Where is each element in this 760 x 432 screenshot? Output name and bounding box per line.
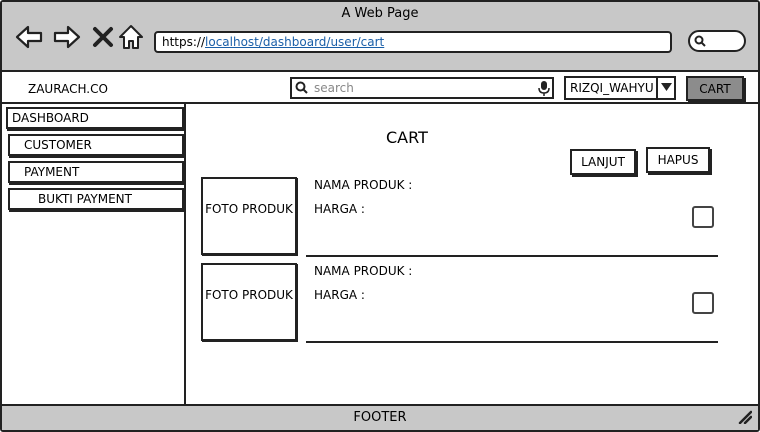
product-name-label: NAMA PRODUK :	[314, 264, 413, 278]
cart-button[interactable]: CART	[686, 76, 744, 101]
sidebar-item-payment[interactable]: PAYMENT	[8, 161, 184, 183]
page-title: CART	[386, 128, 428, 147]
search-input[interactable]: search	[290, 77, 554, 99]
product-price-label: HARGA :	[314, 288, 365, 302]
url-prefix: https://	[162, 35, 206, 49]
product-divider	[306, 341, 718, 343]
dropdown-toggle[interactable]	[656, 76, 676, 100]
lanjut-button[interactable]: LANJUT	[570, 149, 636, 175]
close-x-icon[interactable]	[88, 22, 118, 52]
product-divider	[306, 255, 718, 257]
product-select-checkbox[interactable]	[692, 292, 714, 314]
sidebar-item-bukti-payment[interactable]: BUKTI PAYMENT	[8, 188, 184, 210]
sidebar-item-customer[interactable]: CUSTOMER	[8, 134, 184, 156]
product-photo: FOTO PRODUK	[201, 263, 297, 341]
magnifier-icon	[694, 35, 706, 47]
sidebar-item-dashboard[interactable]: DASHBOARD	[6, 107, 184, 129]
search-icon	[295, 81, 308, 94]
hapus-button[interactable]: HAPUS	[646, 147, 710, 173]
brand-logo-text: ZAURACH.CO	[28, 82, 108, 96]
chevron-down-icon	[661, 83, 672, 91]
address-bar[interactable]: https://localhost/dashboard/user/cart	[154, 31, 672, 53]
product-photo: FOTO PRODUK	[201, 177, 297, 255]
footer: FOOTER	[2, 404, 758, 430]
microphone-icon[interactable]	[537, 80, 551, 97]
url-link[interactable]: localhost/dashboard/user/cart	[205, 35, 384, 49]
product-price-label: HARGA :	[314, 202, 365, 216]
browser-search-button[interactable]	[688, 30, 746, 52]
forward-arrow-icon[interactable]	[52, 22, 82, 52]
resize-grip-icon[interactable]	[738, 410, 752, 424]
back-arrow-icon[interactable]	[14, 22, 44, 52]
home-icon[interactable]	[116, 22, 146, 52]
product-name-label: NAMA PRODUK :	[314, 178, 413, 192]
product-select-checkbox[interactable]	[692, 206, 714, 228]
window-title: A Web Page	[341, 6, 419, 21]
